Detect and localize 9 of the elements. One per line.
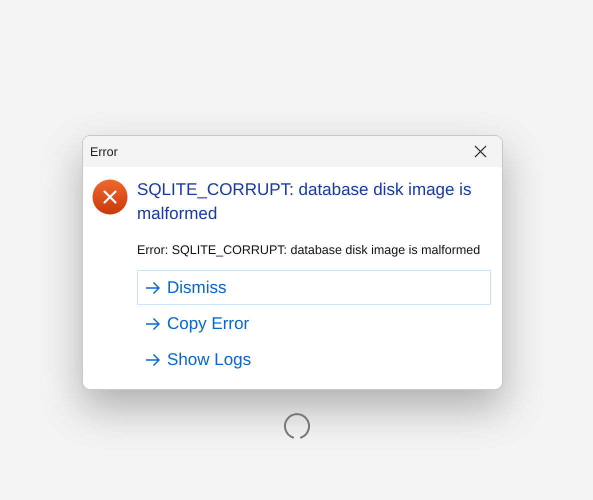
window-title: Error — [90, 144, 118, 158]
close-icon — [474, 145, 486, 158]
arrow-icon — [145, 280, 161, 294]
error-icon — [92, 179, 128, 215]
command-link[interactable]: Dismiss — [137, 270, 491, 305]
error-message: Error: SQLITE_CORRUPT: database disk image is malformed — [137, 243, 482, 257]
arrow-icon — [145, 352, 161, 366]
arrow-icon — [145, 316, 161, 330]
error-heading: SQLITE_CORRUPT: database disk image is malformed — [137, 179, 472, 225]
